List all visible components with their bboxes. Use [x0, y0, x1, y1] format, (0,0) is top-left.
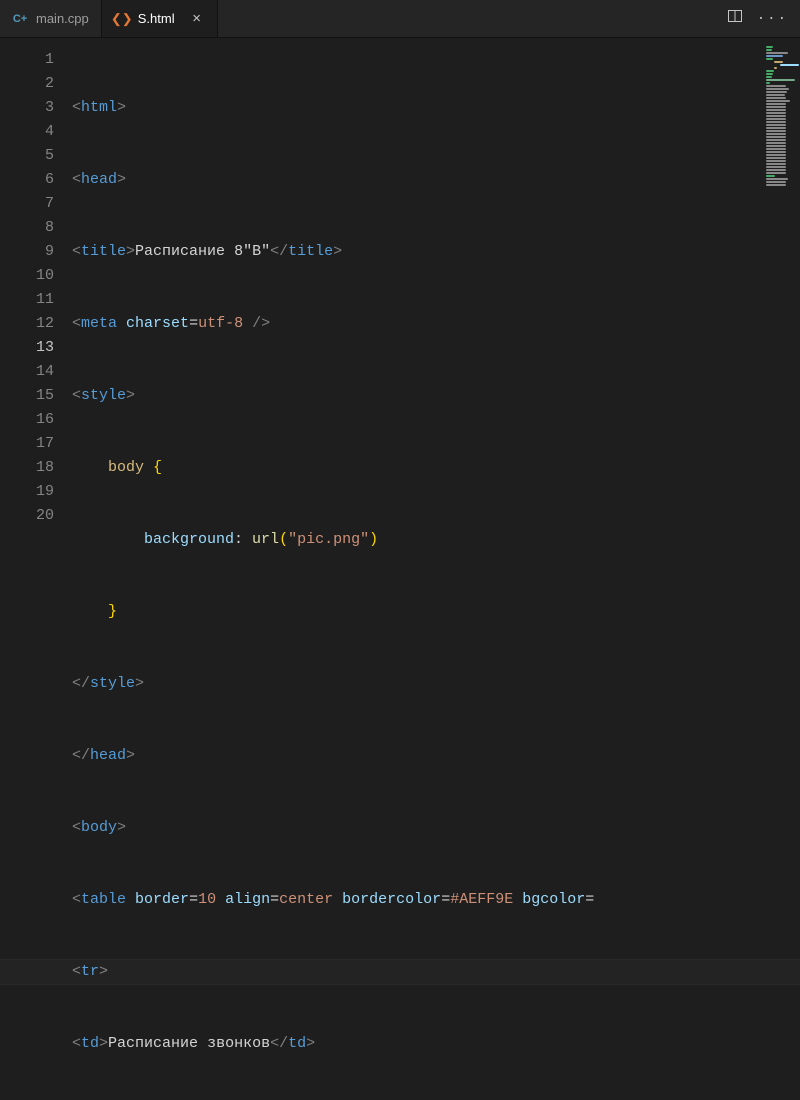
line-number: 5 [0, 144, 54, 168]
code-line: <table border=10 align=center bordercolo… [72, 888, 800, 912]
code-line: body { [72, 456, 800, 480]
code-line: </style> [72, 672, 800, 696]
line-number: 20 [0, 504, 54, 528]
code-line: <head> [72, 168, 800, 192]
line-number: 6 [0, 168, 54, 192]
line-number-gutter: 1 2 3 4 5 6 7 8 9 10 11 12 13 14 15 16 1… [0, 38, 72, 550]
tab-main-cpp[interactable]: C+ main.cpp [0, 0, 102, 37]
code-line: <tr> [72, 960, 800, 984]
html-file-icon: ❮❯ [114, 11, 130, 27]
tab-label: S.html [138, 11, 175, 26]
line-number: 1 [0, 48, 54, 72]
code-line: <body> [72, 816, 800, 840]
tab-bar-spacer [218, 0, 715, 37]
tab-bar: C+ main.cpp ❮❯ S.html × ··· [0, 0, 800, 38]
code-line: <style> [72, 384, 800, 408]
line-number: 13 [0, 336, 54, 360]
line-number: 18 [0, 456, 54, 480]
code-content[interactable]: <html> <head> <title>Расписание 8"В"</ti… [72, 38, 800, 550]
line-number: 17 [0, 432, 54, 456]
split-editor-icon[interactable] [727, 8, 743, 29]
line-number: 4 [0, 120, 54, 144]
line-number: 11 [0, 288, 54, 312]
tab-label: main.cpp [36, 11, 89, 26]
line-number: 14 [0, 360, 54, 384]
line-number: 10 [0, 264, 54, 288]
line-number: 16 [0, 408, 54, 432]
code-line: background: url("pic.png") [72, 528, 800, 552]
tab-s-html[interactable]: ❮❯ S.html × [102, 0, 218, 37]
code-line: } [72, 600, 800, 624]
cpp-file-icon: C+ [12, 11, 28, 27]
line-number: 9 [0, 240, 54, 264]
code-line: <html> [72, 96, 800, 120]
close-icon[interactable]: × [189, 10, 205, 27]
code-line: <td>Расписание звонков</td> [72, 1032, 800, 1056]
code-line: </head> [72, 744, 800, 768]
more-actions-icon[interactable]: ··· [757, 11, 788, 27]
code-line: <meta charset=utf-8 /> [72, 312, 800, 336]
line-number: 15 [0, 384, 54, 408]
editor-title-actions: ··· [715, 0, 800, 37]
line-number: 2 [0, 72, 54, 96]
code-line: <title>Расписание 8"В"</title> [72, 240, 800, 264]
line-number: 19 [0, 480, 54, 504]
editor-area: 1 2 3 4 5 6 7 8 9 10 11 12 13 14 15 16 1… [0, 38, 800, 550]
line-number: 8 [0, 216, 54, 240]
line-number: 7 [0, 192, 54, 216]
minimap[interactable] [762, 38, 800, 550]
line-number: 3 [0, 96, 54, 120]
line-number: 12 [0, 312, 54, 336]
